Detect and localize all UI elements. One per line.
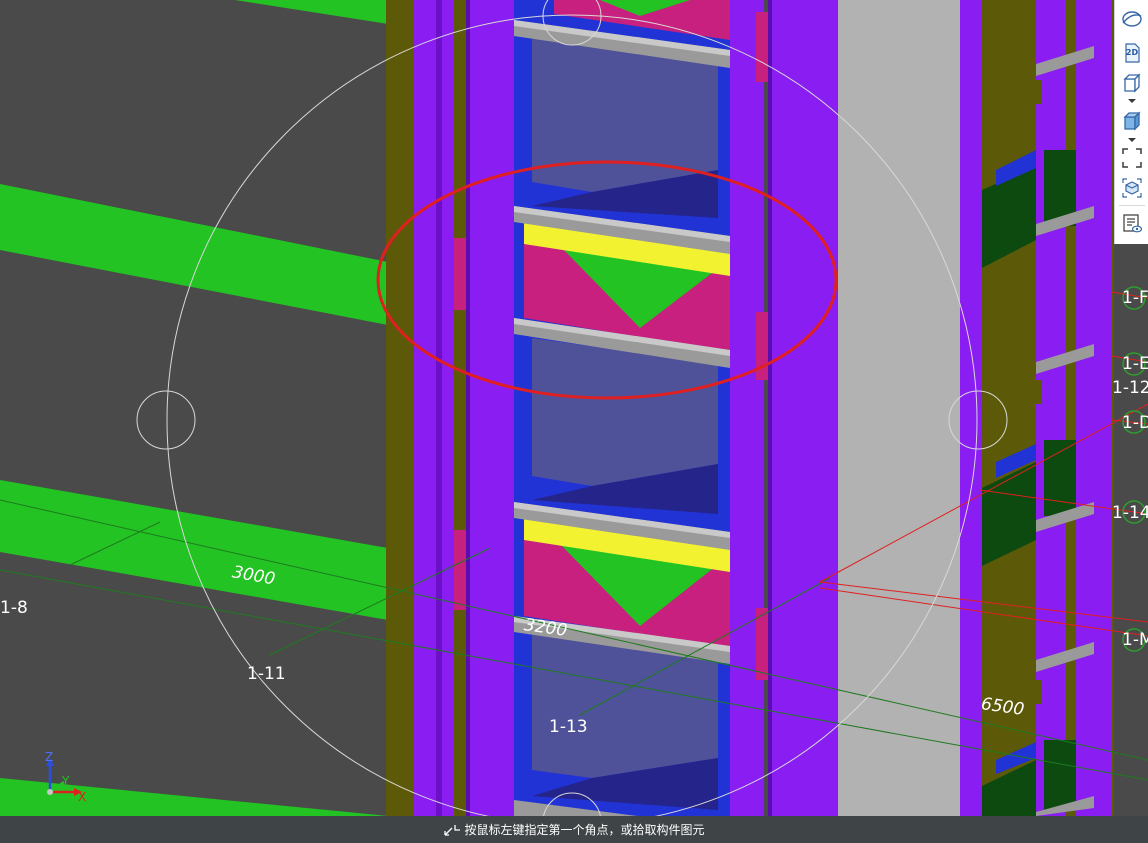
view-2d-button[interactable]: 2D: [1119, 40, 1145, 66]
zoom-extents-button[interactable]: [1119, 145, 1145, 171]
chevron-down-icon: [1128, 138, 1136, 142]
view-2d-label: 2D: [1125, 48, 1139, 57]
grid-label-1-M: 1-M: [1122, 630, 1148, 650]
orbit-icon: [1122, 11, 1142, 27]
grid-label-1-11: 1-11: [247, 664, 286, 684]
column-mid-outer: [768, 0, 838, 816]
component-view-button[interactable]: [1119, 175, 1145, 201]
grid-label-1-F: 1-F: [1122, 288, 1148, 308]
grid-label-1-13: 1-13: [549, 717, 588, 737]
axis-x-label: X: [78, 790, 87, 804]
view-cube-button[interactable]: [1119, 70, 1145, 96]
axis-triad: Z Y X: [38, 750, 94, 808]
column-left-main: [466, 0, 514, 816]
column-mid: [730, 0, 764, 816]
column-left-outer: [414, 0, 454, 816]
3d-viewport[interactable]: 1-8 1-11 1-13 1-F 1-E 1-12 1-D 1-14 1-M …: [0, 0, 1148, 843]
axis-y-label: Y: [62, 774, 70, 788]
view-settings-button[interactable]: [1119, 210, 1145, 236]
column-far-right-1: [960, 0, 982, 816]
view-cube-dropdown[interactable]: [1124, 96, 1140, 106]
display-mode-icon: [1123, 111, 1141, 131]
view-toolbar: 2D: [1114, 0, 1148, 244]
status-bar: 按鼠标左键指定第一个角点，或拾取构件图元: [0, 816, 1148, 843]
orbit-button[interactable]: [1119, 6, 1145, 32]
axis-z-label: Z: [45, 750, 54, 764]
view-cube-icon: [1123, 73, 1141, 93]
grid-label-1-E: 1-E: [1122, 354, 1148, 374]
corner-pick-icon: [443, 823, 461, 837]
chevron-down-icon: [1128, 99, 1136, 103]
grid-label-1-D: 1-D: [1122, 413, 1148, 433]
zoom-extents-icon: [1122, 148, 1142, 168]
component-view-icon: [1122, 178, 1142, 198]
display-mode-dropdown[interactable]: [1124, 135, 1140, 145]
grid-label-1-14: 1-14: [1112, 503, 1148, 523]
toolbar-separator: [1119, 205, 1145, 206]
view-settings-icon: [1123, 214, 1143, 233]
status-message: 按鼠标左键指定第一个角点，或拾取构件图元: [464, 823, 705, 837]
display-mode-button[interactable]: [1119, 108, 1145, 134]
grid-label-1-12: 1-12: [1112, 378, 1148, 398]
grid-label-1-8: 1-8: [0, 598, 28, 618]
